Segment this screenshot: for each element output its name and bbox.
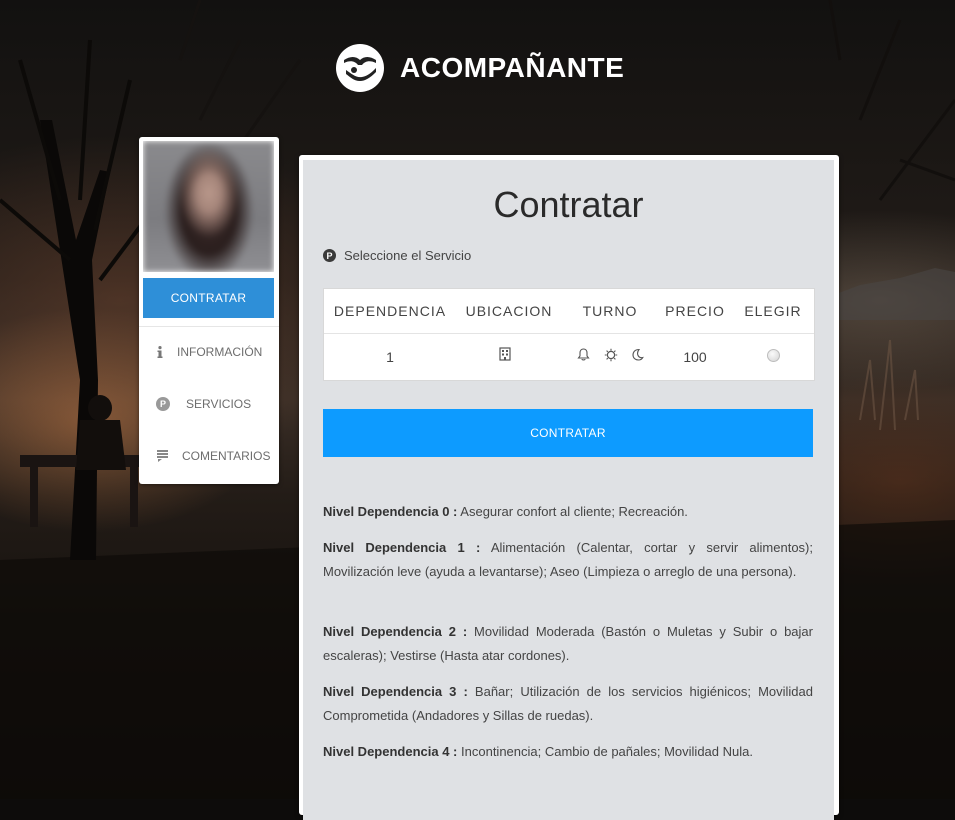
sidebar-item-informacion[interactable]: INFORMACIÓN <box>139 342 279 362</box>
level-description: Nivel Dependencia 0 : Asegurar confort a… <box>323 500 813 524</box>
services-table: DEPENDENCIA UBICACION TURNO PRECIO ELEGI… <box>323 288 815 381</box>
sidebar-divider <box>139 326 279 327</box>
sidebar-contratar-button[interactable]: CONTRATAR <box>143 278 274 318</box>
column-header-dependencia: DEPENDENCIA <box>333 303 447 319</box>
brand-logo[interactable]: ACOMPAÑANTE <box>336 44 624 92</box>
level-description: Nivel Dependencia 4 : Incontinencia; Cam… <box>323 740 813 764</box>
level-description: Nivel Dependencia 1 : Alimentación (Cale… <box>323 536 813 584</box>
table-header-row: DEPENDENCIA UBICACION TURNO PRECIO ELEGI… <box>324 289 814 334</box>
info-icon <box>155 344 165 360</box>
cell-precio: 100 <box>683 349 707 365</box>
service-label: P Seleccione el Servicio <box>323 248 471 263</box>
sun-icon <box>604 348 618 362</box>
moon-icon <box>630 348 644 362</box>
level-label: Nivel Dependencia 2 : <box>323 624 468 639</box>
level-description: Nivel Dependencia 3 : Bañar; Utilización… <box>323 680 813 728</box>
column-header-ubicacion: UBICACION <box>465 303 553 319</box>
sidebar-item-comentarios[interactable]: COMENTARIOS <box>139 446 279 466</box>
p-icon: P <box>323 249 336 262</box>
level-description: Nivel Dependencia 2 : Movilidad Moderada… <box>323 620 813 668</box>
sidebar-item-label: COMENTARIOS <box>182 449 271 463</box>
p-icon: P <box>156 397 170 411</box>
sidebar-item-label: INFORMACIÓN <box>177 345 263 359</box>
level-label: Nivel Dependencia 4 : <box>323 744 458 759</box>
level-label: Nivel Dependencia 3 : <box>323 684 468 699</box>
comments-icon <box>156 449 168 463</box>
level-label: Nivel Dependencia 1 : <box>323 540 481 555</box>
building-icon <box>498 347 512 361</box>
page-title: Contratar <box>493 184 644 225</box>
hands-icon <box>336 44 384 92</box>
profile-photo <box>143 141 274 272</box>
level-text: Incontinencia; Cambio de pañales; Movili… <box>461 744 753 759</box>
sidebar-item-servicios[interactable]: P SERVICIOS <box>139 394 279 414</box>
cell-dependencia: 1 <box>386 349 394 365</box>
select-radio[interactable] <box>767 349 780 362</box>
column-header-turno: TURNO <box>582 303 638 319</box>
bell-icon <box>576 348 590 362</box>
contratar-button[interactable]: CONTRATAR <box>323 409 813 457</box>
brand-name: ACOMPAÑANTE <box>400 52 625 83</box>
column-header-elegir: ELEGIR <box>744 303 802 319</box>
profile-card: CONTRATAR INFORMACIÓN P SERVICIOS COMENT… <box>139 137 279 484</box>
level-text: Asegurar confort al cliente; Recreación. <box>460 504 688 519</box>
service-label-text: Seleccione el Servicio <box>344 248 472 263</box>
column-header-precio: PRECIO <box>665 303 725 319</box>
level-label: Nivel Dependencia 0 : <box>323 504 458 519</box>
contratar-panel: Contratar P Seleccione el Servicio DEPEN… <box>299 155 839 820</box>
sidebar-item-label: SERVICIOS <box>186 397 252 411</box>
